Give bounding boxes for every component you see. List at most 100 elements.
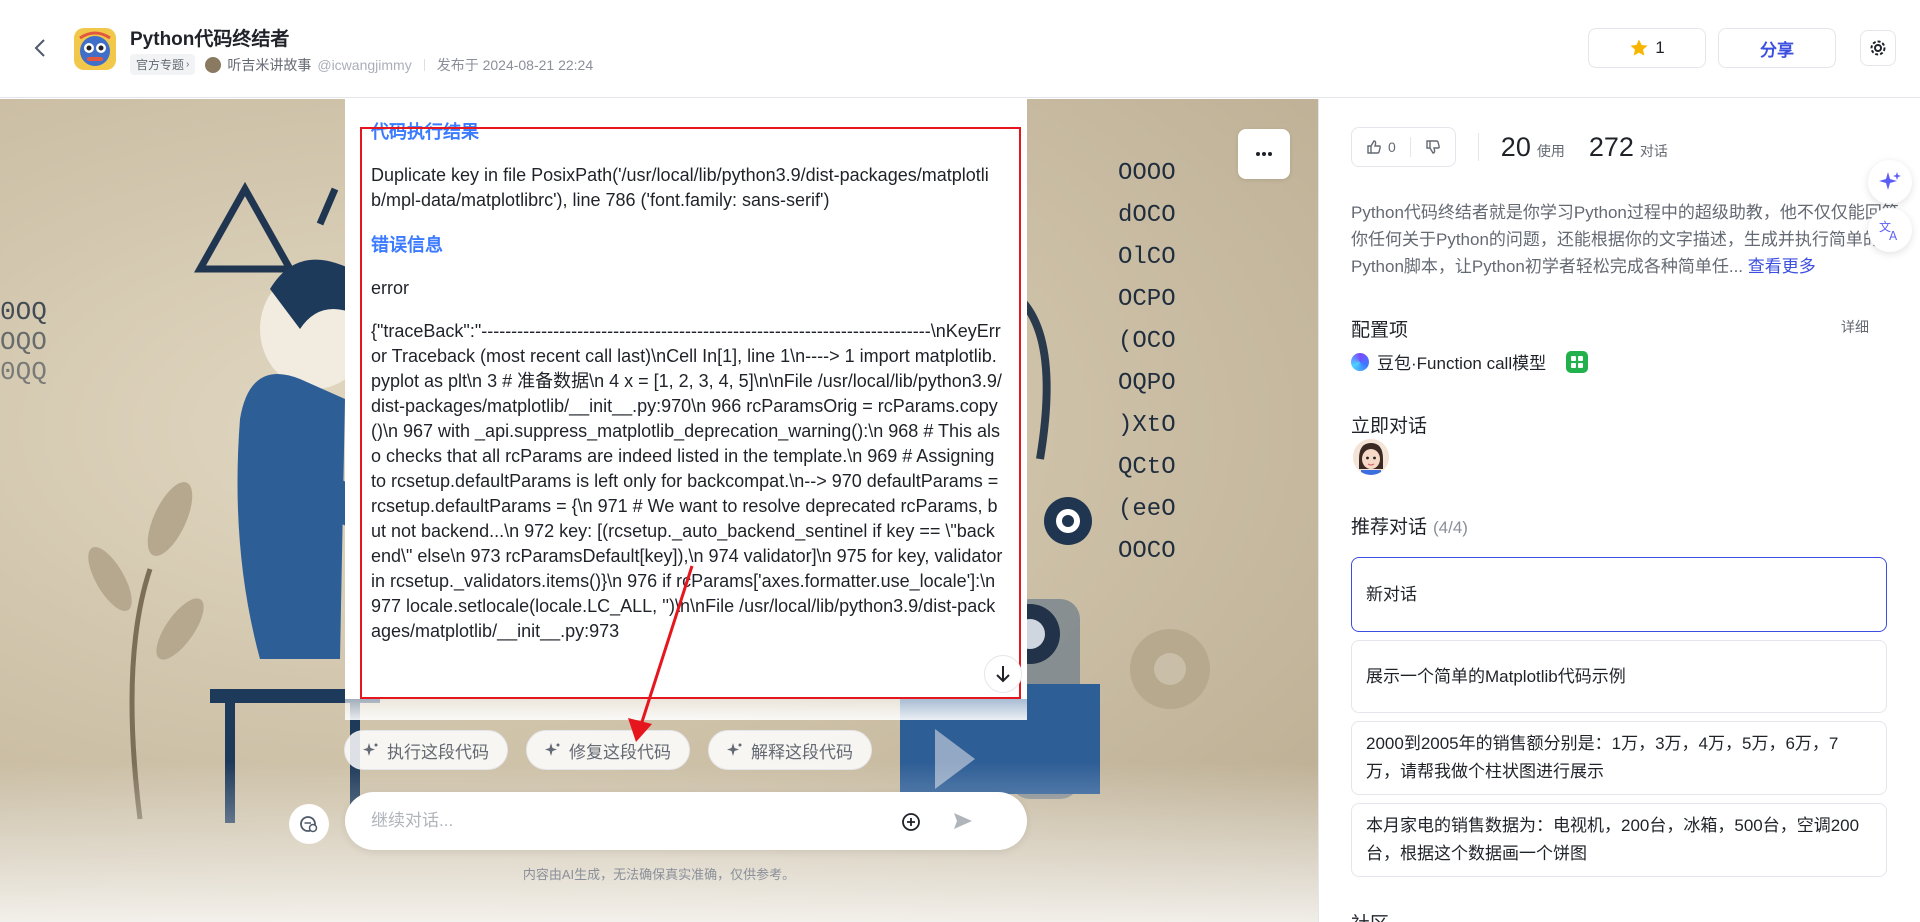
run-code-label: 执行这段代码 (387, 742, 489, 762)
community-heading: 社区 (1351, 909, 1389, 922)
see-more-link[interactable]: 查看更多 (1748, 257, 1816, 276)
translate-icon: 文A (1879, 219, 1898, 242)
chat-message-content: ( 代码执行结果 Duplicate key in file PosixPath… (371, 120, 1003, 679)
topic-tag-label: 官方专题 (136, 58, 185, 72)
model-logo-icon (1351, 352, 1369, 371)
scroll-down-button[interactable] (984, 655, 1022, 693)
uses-stat: 20 使用 (1501, 132, 1565, 163)
recommend-label: 推荐对话 (1351, 517, 1428, 538)
svg-text:(eeO: (eeO (1118, 496, 1176, 523)
chat-input-box (345, 792, 1027, 850)
chats-stat: 272 对话 (1589, 132, 1668, 163)
chat-now-heading: 立即对话 (1351, 416, 1428, 437)
fix-code-button[interactable]: 修复这段代码 (526, 730, 690, 770)
floating-toolbar: 文A (1868, 160, 1912, 256)
description-text: Python代码终结者就是你学习Python过程中的超级助教，他不仅仅能回答你任… (1351, 203, 1899, 276)
plus-circle-icon (902, 813, 920, 831)
arrow-down-icon (996, 666, 1010, 683)
share-button[interactable]: 分享 (1718, 28, 1836, 68)
model-name[interactable]: 豆包·Function call模型 (1377, 349, 1546, 374)
star-count: 1 (1655, 38, 1665, 57)
clear-context-button[interactable] (289, 804, 329, 844)
error-label: error (371, 278, 410, 298)
author-handle: @icwangjimmy (317, 56, 412, 73)
plugin-icon[interactable] (1566, 350, 1589, 373)
meta-row: 官方专题 › 听吉米讲故事 @icwangjimmy 发布于 2024-08-21… (130, 54, 593, 75)
dislike-button[interactable] (1411, 128, 1455, 166)
config-heading: 配置项 (1351, 320, 1409, 341)
chat-input[interactable] (345, 811, 885, 831)
sparkle-icon (727, 743, 742, 756)
run-code-button[interactable]: 执行这段代码 (344, 730, 508, 770)
star-button[interactable]: 1 (1588, 28, 1706, 68)
meta-divider (423, 58, 425, 71)
recommend-card[interactable]: 本月家电的销售数据为：电视机，200台，冰箱，500台，空调200台，根据这个数… (1351, 803, 1887, 877)
model-row: 豆包·Function call模型 (1351, 349, 1589, 374)
svg-text:A: A (1889, 229, 1898, 242)
svg-text:OQO: OQO (0, 327, 47, 357)
recommend-card[interactable]: 新对话 (1351, 557, 1887, 632)
thumbs-up-icon (1367, 140, 1381, 154)
publish-date: 发布于 2024-08-21 22:24 (436, 56, 594, 73)
page-title: Python代码终结者 (130, 29, 290, 50)
more-horizontal-icon (1256, 152, 1272, 156)
top-header: Python代码终结者 官方专题 › 听吉米讲故事 @icwangjimmy 发布… (0, 0, 1920, 98)
gear-icon (1870, 40, 1886, 56)
svg-text:0QQ: 0QQ (0, 357, 47, 387)
sparkle-icon (1879, 172, 1901, 190)
recommend-heading: 推荐对话 (4/4) (1351, 512, 1468, 539)
thumbs-down-icon (1426, 140, 1440, 154)
svg-text:OOCO: OOCO (1118, 538, 1176, 565)
like-button[interactable]: 0 (1352, 128, 1410, 166)
svg-text:OlCO: OlCO (1118, 244, 1176, 271)
recommend-count: (4/4) (1433, 518, 1468, 537)
recommend-card[interactable]: 展示一个简单的Matplotlib代码示例 (1351, 640, 1887, 713)
author-name[interactable]: 听吉米讲故事 (227, 55, 311, 75)
settings-button[interactable] (1860, 30, 1896, 66)
send-button[interactable] (950, 808, 976, 834)
svg-text:OCPO: OCPO (1118, 286, 1176, 313)
result-heading: 代码执行结果 (371, 122, 479, 142)
uses-label: 使用 (1536, 142, 1565, 159)
chats-label: 对话 (1639, 142, 1668, 159)
result-text: Duplicate key in file PosixPath('/usr/lo… (371, 165, 989, 210)
more-options-button[interactable] (1238, 129, 1290, 179)
explain-code-button[interactable]: 解释这段代码 (708, 730, 872, 770)
chats-count: 272 (1588, 131, 1634, 162)
svg-text:OQPO: OQPO (1118, 370, 1176, 397)
stats-divider (1477, 133, 1479, 161)
broom-icon (300, 816, 318, 833)
bot-info-panel: 0 20 使用 272 对话 Python代码终结者就是你学习Python过程中… (1318, 99, 1920, 922)
fix-code-label: 修复这段代码 (569, 742, 671, 762)
stats-row: 0 20 使用 272 对话 (1351, 127, 1668, 167)
send-icon (954, 813, 972, 829)
ai-assistant-button[interactable] (1868, 160, 1912, 204)
like-count: 0 (1388, 139, 1396, 155)
recommend-card[interactable]: 2000到2005年的销售额分别是：1万，3万，4万，5万，6万，7万，请帮我做… (1351, 721, 1887, 795)
sparkle-icon (545, 743, 560, 756)
uses-count: 20 (1500, 131, 1531, 162)
topic-tag[interactable]: 官方专题 › (130, 54, 196, 75)
svg-text:0OQ: 0OQ (0, 297, 47, 327)
recommend-text: 2000到2005年的销售额分别是：1万，3万，4万，5万，6万，7万，请帮我做… (1366, 734, 1839, 781)
svg-text:dOCO: dOCO (1118, 202, 1176, 229)
chat-persona-avatar[interactable] (1353, 439, 1389, 475)
chevron-right-icon: › (186, 59, 190, 70)
error-heading: 错误信息 (371, 235, 443, 255)
star-icon (1630, 39, 1648, 56)
author-avatar[interactable] (205, 56, 222, 73)
traceback-text: {"traceBack":"--------------------------… (371, 321, 1003, 641)
back-button[interactable] (28, 36, 52, 60)
recommend-text: 本月家电的销售数据为：电视机，200台，冰箱，500台，空调200台，根据这个数… (1366, 816, 1860, 863)
translate-button[interactable]: 文A (1868, 208, 1912, 252)
recommend-text: 展示一个简单的Matplotlib代码示例 (1366, 666, 1626, 686)
add-attachment-button[interactable] (900, 811, 922, 833)
svg-text:OOOO: OOOO (1118, 160, 1176, 187)
svg-text:(OCO: (OCO (1118, 328, 1176, 355)
detail-link[interactable]: 详细 (1841, 317, 1869, 337)
svg-text:)XtO: )XtO (1118, 412, 1176, 439)
recommend-text: 新对话 (1366, 584, 1417, 604)
explain-code-label: 解释这段代码 (751, 742, 853, 762)
chevron-left-icon (34, 39, 45, 57)
app-avatar (74, 28, 116, 70)
